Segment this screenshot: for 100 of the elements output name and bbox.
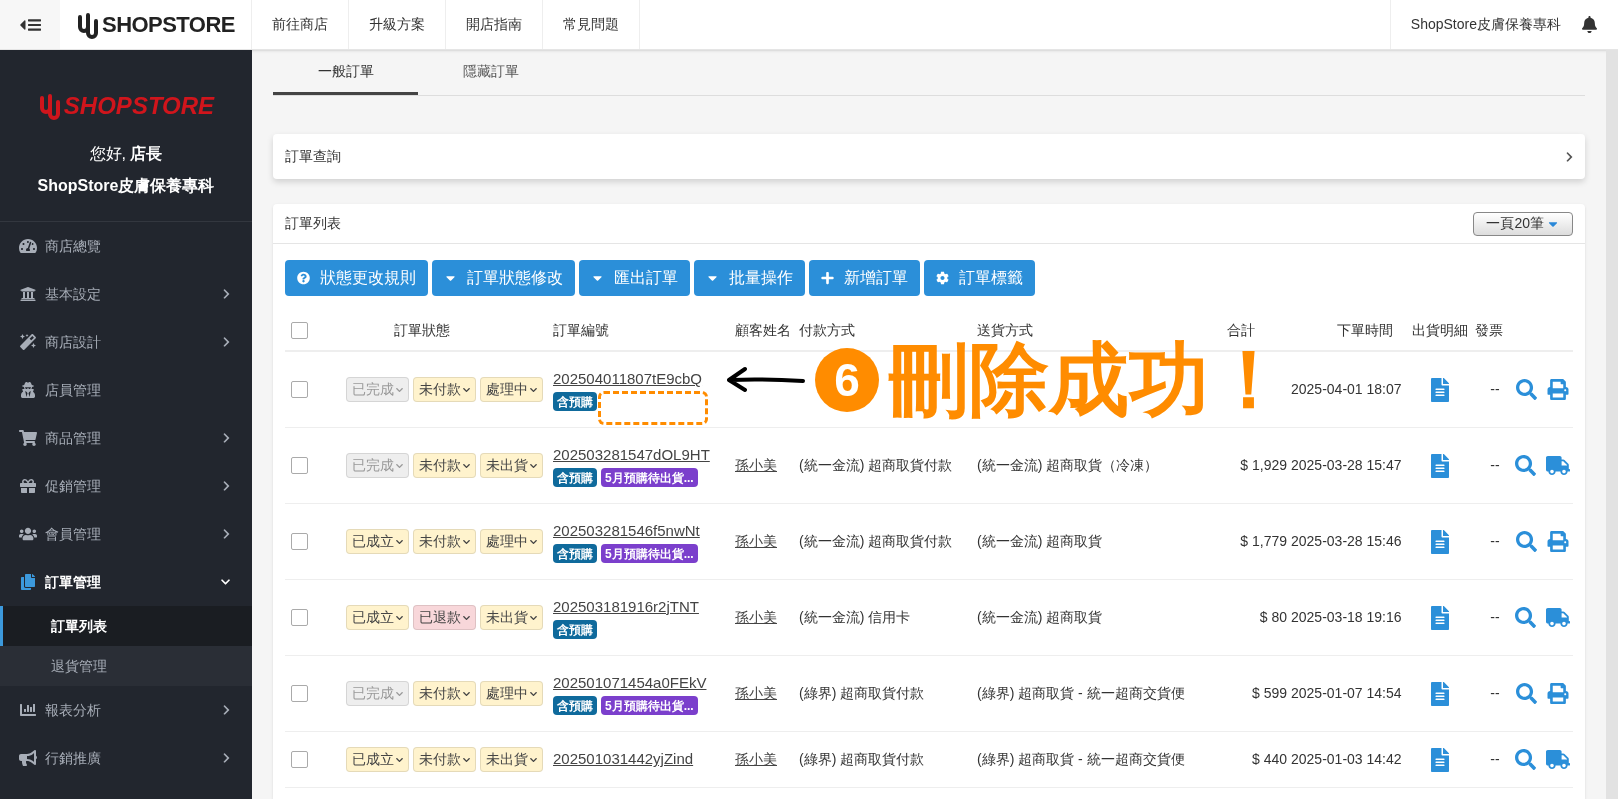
nav-link[interactable]: 常見問題 bbox=[543, 0, 640, 49]
print-icon[interactable] bbox=[1547, 531, 1569, 552]
order-number-link[interactable]: 202501071454a0FEkV bbox=[553, 671, 735, 695]
search-icon[interactable] bbox=[1516, 531, 1537, 552]
payment-method: (統一金流) 超商取貨付款 bbox=[799, 456, 954, 475]
order-tag: 5月預購待出貨... bbox=[601, 468, 698, 488]
sidebar-item[interactable]: 促銷管理 bbox=[0, 462, 252, 510]
select-all-checkbox[interactable] bbox=[291, 321, 308, 339]
search-icon[interactable] bbox=[1515, 455, 1536, 476]
row-checkbox[interactable] bbox=[291, 533, 308, 550]
search-icon[interactable] bbox=[1516, 379, 1537, 400]
row-checkbox[interactable] bbox=[291, 457, 308, 474]
greeting: 您好, 店長 bbox=[89, 144, 163, 164]
shipping-method: (統一金流) 超商取貨（冷凍） bbox=[977, 456, 1160, 475]
sidebar-item[interactable]: 商品管理 bbox=[0, 414, 252, 462]
row-checkbox[interactable] bbox=[291, 685, 308, 702]
column-header: 付款方式 bbox=[799, 320, 856, 340]
document-icon[interactable] bbox=[1431, 681, 1449, 706]
customer-link[interactable]: 孫小美 bbox=[735, 455, 777, 476]
sidebar-subitem[interactable]: 訂單列表 bbox=[0, 606, 252, 646]
truck-icon[interactable] bbox=[1546, 749, 1570, 770]
order-number-link[interactable]: 202503181916r2jTNT bbox=[553, 595, 735, 619]
row-checkbox[interactable] bbox=[291, 609, 308, 626]
payment-method: (統一金流) 信用卡 bbox=[799, 608, 912, 627]
truck-icon[interactable] bbox=[1546, 607, 1570, 628]
sidebar-item[interactable]: 商店總覽 bbox=[0, 222, 252, 270]
document-icon[interactable] bbox=[1431, 529, 1449, 554]
print-icon[interactable] bbox=[1547, 379, 1569, 400]
customer-link[interactable]: 孫小美 bbox=[735, 749, 777, 770]
status-select[interactable]: 未付款 bbox=[413, 453, 476, 478]
sidebar-item[interactable]: 會員管理 bbox=[0, 510, 252, 558]
sidebar-item[interactable]: 基本設定 bbox=[0, 270, 252, 318]
bar-chart-icon bbox=[19, 702, 37, 718]
status-select[interactable]: 處理中 bbox=[480, 377, 543, 402]
order-tag: 含預購 bbox=[553, 696, 597, 716]
order-date: 2025-03-18 19:16 bbox=[1291, 608, 1403, 627]
magic-wand-icon bbox=[19, 334, 37, 350]
sidebar-subitem[interactable]: 退貨管理 bbox=[0, 646, 252, 686]
bell-icon[interactable] bbox=[1581, 16, 1598, 33]
order-number-link[interactable]: 202501031442yjZind bbox=[553, 748, 735, 771]
tab[interactable]: 隱藏訂單 bbox=[418, 50, 563, 95]
truck-icon[interactable] bbox=[1546, 455, 1570, 476]
order-number-link[interactable]: 202503281546f5nwNt bbox=[553, 519, 735, 543]
shipping-method: (綠界) 超商取貨 - 統一超商交貨便 bbox=[977, 750, 1186, 769]
print-icon[interactable] bbox=[1547, 683, 1569, 704]
column-header: 下單時間 bbox=[1337, 320, 1394, 340]
nav-link[interactable]: 前往商店 bbox=[252, 0, 349, 49]
tab[interactable]: 一般訂單 bbox=[273, 50, 418, 95]
status-select[interactable]: 已成立 bbox=[346, 605, 409, 630]
documents-icon bbox=[19, 574, 37, 590]
search-icon[interactable] bbox=[1515, 607, 1536, 628]
customer-link[interactable]: 孫小美 bbox=[735, 607, 777, 628]
status-select[interactable]: 未付款 bbox=[413, 681, 476, 706]
document-icon[interactable] bbox=[1431, 377, 1449, 402]
sidebar-item[interactable]: 商店設計 bbox=[0, 318, 252, 366]
row-checkbox[interactable] bbox=[291, 751, 308, 768]
order-number-link[interactable]: 202504011807tE9cbQ bbox=[553, 367, 735, 391]
column-header: 顧客姓名 bbox=[735, 320, 792, 340]
status-select[interactable]: 已成立 bbox=[346, 529, 409, 554]
shipping-method: (統一金流) 超商取貨 bbox=[977, 608, 1104, 627]
menu-icon bbox=[28, 16, 41, 33]
status-select[interactable]: 未付款 bbox=[413, 747, 476, 772]
status-select[interactable]: 處理中 bbox=[480, 529, 543, 554]
order-number-link[interactable]: 202503281547dOL9HT bbox=[553, 443, 735, 467]
sidebar-item[interactable]: 店員管理 bbox=[0, 366, 252, 414]
page-size-select[interactable]: 一頁20筆 bbox=[1473, 211, 1573, 236]
menu-toggle-button[interactable] bbox=[0, 0, 60, 49]
order-query-panel[interactable]: 訂單查詢 bbox=[273, 134, 1585, 179]
customer-link[interactable]: 孫小美 bbox=[735, 683, 777, 704]
card-title: 訂單列表 bbox=[285, 214, 342, 233]
status-select[interactable]: 未付款 bbox=[413, 377, 476, 402]
invoice-value: -- bbox=[1490, 684, 1500, 703]
customer-link[interactable]: 孫小美 bbox=[735, 531, 777, 552]
scrollbar[interactable] bbox=[1606, 50, 1618, 799]
status-select[interactable]: 已退款 bbox=[413, 605, 476, 630]
status-select[interactable]: 未出貨 bbox=[480, 605, 543, 630]
megaphone-icon bbox=[19, 750, 37, 766]
search-icon[interactable] bbox=[1515, 749, 1536, 770]
order-date: 2025-03-28 15:47 bbox=[1291, 456, 1403, 475]
status-select[interactable]: 未出貨 bbox=[480, 747, 543, 772]
status-select[interactable]: 已成立 bbox=[346, 747, 409, 772]
status-select[interactable]: 處理中 bbox=[480, 681, 543, 706]
document-icon[interactable] bbox=[1431, 747, 1449, 772]
sidebar-item[interactable]: 訂單管理 bbox=[0, 558, 252, 606]
document-icon[interactable] bbox=[1431, 453, 1449, 478]
payment-method: (綠界) 超商取貨付款 bbox=[799, 750, 926, 769]
store-name[interactable]: ShopStore皮膚保養專科 bbox=[1389, 0, 1581, 49]
column-header: 訂單編號 bbox=[553, 320, 610, 340]
gauge-icon bbox=[19, 238, 37, 254]
row-checkbox[interactable] bbox=[291, 381, 308, 398]
document-icon[interactable] bbox=[1431, 605, 1449, 630]
status-select[interactable]: 未出貨 bbox=[480, 453, 543, 478]
order-total: $ 1,929 bbox=[1240, 456, 1288, 475]
sidebar-item[interactable]: 行銷推廣 bbox=[0, 734, 252, 782]
order-date: 2025-01-03 14:42 bbox=[1291, 750, 1403, 769]
search-icon[interactable] bbox=[1516, 683, 1537, 704]
nav-link[interactable]: 開店指南 bbox=[446, 0, 543, 49]
nav-link[interactable]: 升級方案 bbox=[349, 0, 446, 49]
sidebar-item[interactable]: 報表分析 bbox=[0, 686, 252, 734]
status-select[interactable]: 未付款 bbox=[413, 529, 476, 554]
